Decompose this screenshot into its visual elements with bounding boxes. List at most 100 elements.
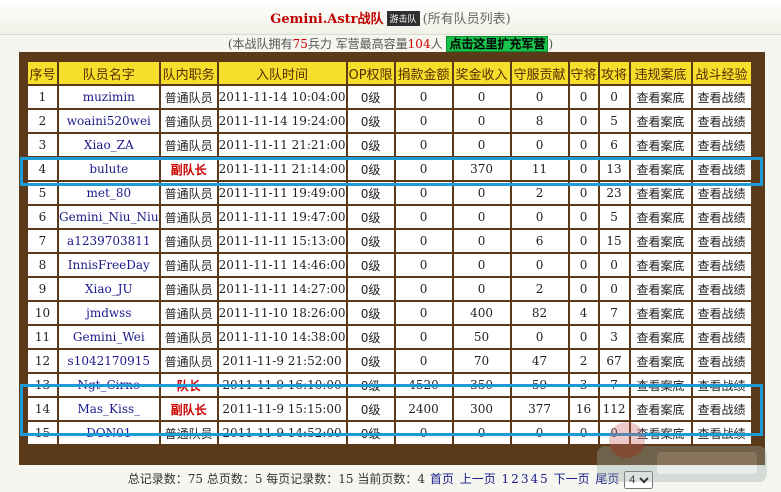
row-index: 10 — [28, 302, 57, 324]
bonus: 0 — [453, 86, 510, 108]
page-number-link[interactable]: 5 — [540, 472, 548, 486]
member-role: 普通队员 — [160, 206, 217, 228]
op-level: 0级 — [347, 86, 394, 108]
row-index: 14 — [28, 398, 57, 420]
donation: 0 — [395, 326, 452, 348]
battle-link[interactable]: 查看战绩 — [692, 302, 751, 324]
op-level: 0级 — [347, 326, 394, 348]
page-number-link[interactable]: 1 — [502, 472, 510, 486]
member-name[interactable]: s1042170915 — [59, 350, 159, 372]
last-page-link[interactable]: 尾页 — [595, 472, 619, 486]
member-name[interactable]: DON01 — [59, 422, 159, 444]
battle-link[interactable]: 查看战绩 — [692, 182, 751, 204]
join-time: 2011-11-9 14:52:00 — [218, 422, 346, 444]
member-role: 普通队员 — [160, 110, 217, 132]
battle-link[interactable]: 查看战绩 — [692, 326, 751, 348]
page-number-link[interactable]: 4 — [530, 472, 538, 486]
defense: 0 — [511, 254, 568, 276]
info-suffix: 人 — [430, 37, 443, 51]
battle-link[interactable]: 查看战绩 — [692, 110, 751, 132]
member-name[interactable]: jmdwss — [59, 302, 159, 324]
battle-link[interactable]: 查看战绩 — [692, 230, 751, 252]
battle-link[interactable]: 查看战绩 — [692, 374, 751, 396]
attacker: 0 — [599, 86, 629, 108]
violation-link[interactable]: 查看案底 — [630, 110, 691, 132]
battle-link[interactable]: 查看战绩 — [692, 398, 751, 420]
battle-link[interactable]: 查看战绩 — [692, 158, 751, 180]
bonus: 300 — [453, 398, 510, 420]
battle-link[interactable]: 查看战绩 — [692, 254, 751, 276]
member-name[interactable]: Gemini_Wei — [59, 326, 159, 348]
violation-link[interactable]: 查看案底 — [630, 254, 691, 276]
member-name[interactable]: InnisFreeDay — [59, 254, 159, 276]
violation-link[interactable]: 查看案底 — [630, 206, 691, 228]
page-select[interactable]: 4 — [624, 470, 654, 489]
donation: 0 — [395, 230, 452, 252]
violation-link[interactable]: 查看案底 — [630, 278, 691, 300]
row-index: 12 — [28, 350, 57, 372]
defender: 0 — [569, 158, 598, 180]
defense: 2 — [511, 278, 568, 300]
member-name[interactable]: woaini520wei — [59, 110, 159, 132]
violation-link[interactable]: 查看案底 — [630, 398, 691, 420]
member-name[interactable]: Xiao_JU — [59, 278, 159, 300]
member-name[interactable]: Ngt_Cirno — [59, 374, 159, 396]
violation-link[interactable]: 查看案底 — [630, 230, 691, 252]
page-number-link[interactable]: 3 — [521, 472, 529, 486]
member-role: 副队长 — [160, 158, 217, 180]
violation-link[interactable]: 查看案底 — [630, 86, 691, 108]
table-row: 9 Xiao_JU 普通队员 2011-11-11 14:27:00 0级 0 0 2 0 0 查看… — [28, 278, 751, 300]
battle-link[interactable]: 查看战绩 — [692, 86, 751, 108]
member-name[interactable]: bulute — [59, 158, 159, 180]
member-role: 普通队员 — [160, 254, 217, 276]
column-header: 战斗经验 — [692, 62, 751, 84]
attacker: 23 — [599, 182, 629, 204]
table-body: 1 muzimin 普通队员 2011-11-14 10:04:00 0级 0 0 0 0 0 查看… — [28, 86, 751, 444]
pagination-summary: 总记录数：75 总页数：5 每页记录数：15 当前页数：4 — [127, 472, 426, 486]
row-index: 1 — [28, 86, 57, 108]
violation-link[interactable]: 查看案底 — [630, 302, 691, 324]
team-info: (本战队拥有75兵力 军营最高容量104人 点击这里扩充军营) — [0, 35, 781, 52]
violation-link[interactable]: 查看案底 — [630, 134, 691, 156]
battle-link[interactable]: 查看战绩 — [692, 206, 751, 228]
defender: 3 — [569, 374, 598, 396]
page-number-link[interactable]: 2 — [511, 472, 519, 486]
row-index: 7 — [28, 230, 57, 252]
member-role: 普通队员 — [160, 182, 217, 204]
defender: 4 — [569, 302, 598, 324]
battle-link[interactable]: 查看战绩 — [692, 422, 751, 444]
member-name[interactable]: Mas_Kiss_ — [59, 398, 159, 420]
soldier-count: 75 — [292, 37, 308, 51]
violation-link[interactable]: 查看案底 — [630, 422, 691, 444]
defense: 2 — [511, 182, 568, 204]
battle-link[interactable]: 查看战绩 — [692, 278, 751, 300]
defender: 0 — [569, 254, 598, 276]
next-page-link[interactable]: 下一页 — [554, 472, 590, 486]
column-header: 捐款金额 — [395, 62, 452, 84]
attacker: 6 — [599, 134, 629, 156]
defense: 59 — [511, 374, 568, 396]
join-time: 2011-11-10 18:26:00 — [218, 302, 346, 324]
table-row: 14 Mas_Kiss_ 副队长 2011-11-9 15:15:00 0级 2400 30… — [28, 398, 751, 420]
member-name[interactable]: a1239703811 — [59, 230, 159, 252]
violation-link[interactable]: 查看案底 — [630, 326, 691, 348]
violation-link[interactable]: 查看案底 — [630, 374, 691, 396]
defense: 377 — [511, 398, 568, 420]
violation-link[interactable]: 查看案底 — [630, 158, 691, 180]
column-header: 序号 — [28, 62, 57, 84]
member-name[interactable]: muzimin — [59, 86, 159, 108]
battle-link[interactable]: 查看战绩 — [692, 134, 751, 156]
member-name[interactable]: met_80 — [59, 182, 159, 204]
prev-page-link[interactable]: 上一页 — [460, 472, 496, 486]
violation-link[interactable]: 查看案底 — [630, 350, 691, 372]
member-name[interactable]: Gemini_Niu_Niu — [59, 206, 159, 228]
expand-barracks-link[interactable]: 点击这里扩充军营 — [446, 36, 549, 52]
defender: 0 — [569, 278, 598, 300]
member-name[interactable]: Xiao_ZA — [59, 134, 159, 156]
defender: 0 — [569, 230, 598, 252]
table-row: 2 woaini520wei 普通队员 2011-11-14 19:24:00 0级 0 0… — [28, 110, 751, 132]
donation: 0 — [395, 182, 452, 204]
first-page-link[interactable]: 首页 — [430, 472, 454, 486]
battle-link[interactable]: 查看战绩 — [692, 350, 751, 372]
violation-link[interactable]: 查看案底 — [630, 182, 691, 204]
